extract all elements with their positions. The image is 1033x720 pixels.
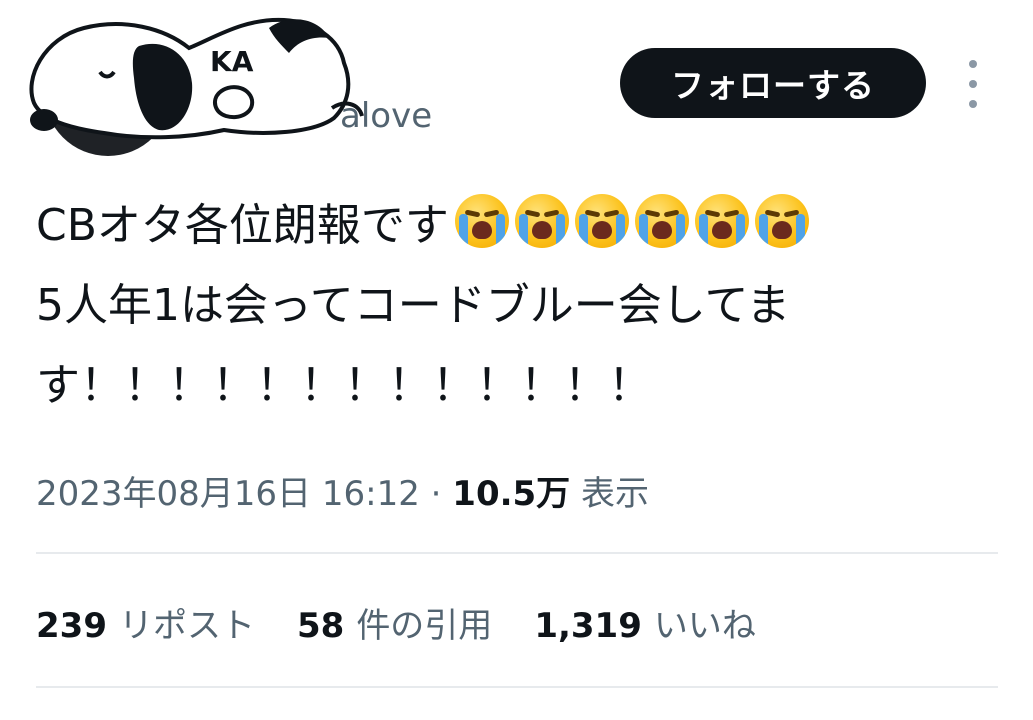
more-dot: [969, 100, 977, 108]
more-dot: [969, 60, 977, 68]
tweet-line-1: CBオタ各位朗報です: [36, 186, 996, 266]
loudly-crying-face-icon: [634, 194, 689, 248]
loudly-crying-face-icon: [754, 194, 809, 248]
divider: [36, 686, 998, 688]
tweet-header: KA alove フォローする: [0, 0, 1033, 175]
tweet-meta: 2023年08月16日 16:12 · 10.5万 表示: [36, 466, 649, 515]
likes-count: 1,319: [534, 606, 642, 646]
quotes-stat[interactable]: 58 件の引用: [297, 598, 492, 647]
user-handle[interactable]: alove: [340, 96, 432, 136]
emoji-row: [449, 194, 809, 251]
views-count: 10.5万: [452, 474, 571, 514]
more-dot: [969, 80, 977, 88]
tweet-line-1-text: CBオタ各位朗報です: [36, 200, 449, 251]
tweet-line-2: 5人年1は会ってコードブルー会してま: [36, 280, 791, 331]
loudly-crying-face-icon: [514, 194, 569, 248]
loudly-crying-face-icon: [694, 194, 749, 248]
likes-stat[interactable]: 1,319 いいね: [534, 598, 756, 647]
reposts-label: リポスト: [118, 606, 255, 646]
follow-button[interactable]: フォローする: [620, 48, 926, 118]
engagement-stats: 239 リポスト 58 件の引用 1,319 いいね: [36, 598, 756, 647]
snoopy-avatar-image: [29, 17, 364, 140]
more-options-icon[interactable]: [958, 60, 988, 108]
likes-label: いいね: [653, 606, 756, 646]
reposts-stat[interactable]: 239 リポスト: [36, 598, 255, 647]
quotes-label: 件の引用: [356, 606, 493, 646]
divider: [36, 552, 998, 554]
tweet-line-3: す！！！！！！！！！！！！！: [36, 360, 652, 411]
tweet-text: CBオタ各位朗報です 5人年1は会ってコードブルー会してま す！！！！！！！！！…: [36, 186, 996, 426]
loudly-crying-face-icon: [574, 194, 629, 248]
meta-separator: ·: [419, 474, 453, 514]
tweet-timestamp[interactable]: 2023年08月16日 16:12: [36, 474, 420, 514]
display-name[interactable]: KA: [210, 45, 253, 78]
quotes-count: 58: [296, 606, 345, 646]
loudly-crying-face-icon: [454, 194, 509, 248]
views-label: 表示: [570, 474, 649, 514]
reposts-count: 239: [36, 606, 107, 646]
